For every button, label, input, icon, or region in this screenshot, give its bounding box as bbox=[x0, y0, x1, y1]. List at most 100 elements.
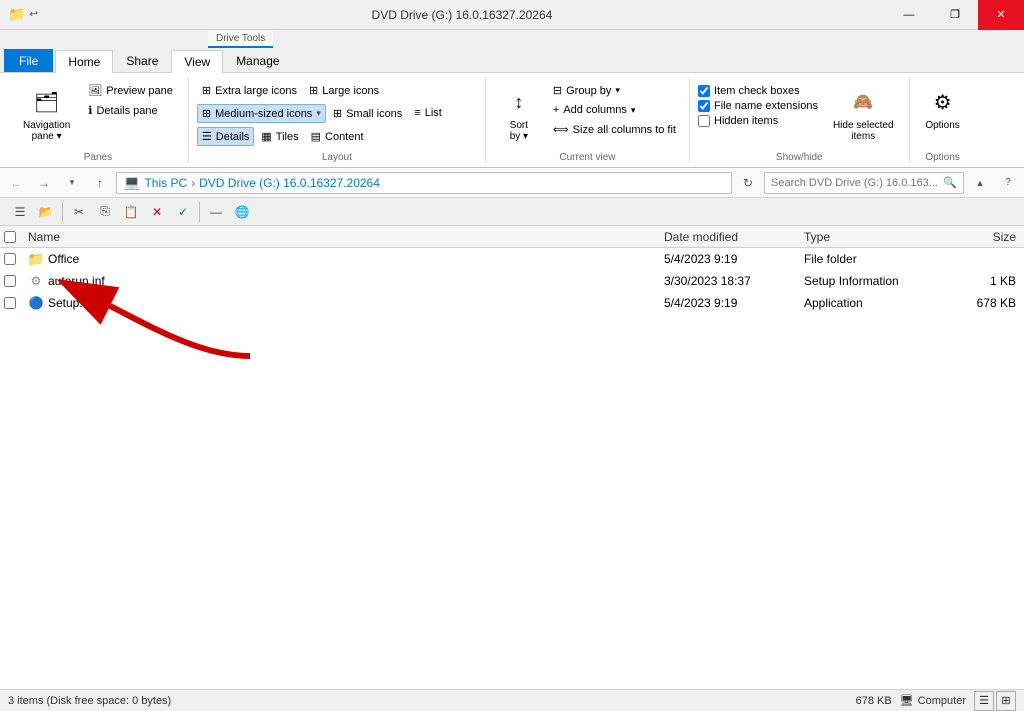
extra-large-icons-icon: ⊞ bbox=[202, 84, 211, 97]
medium-icons-button[interactable]: ⊞ Medium-sized icons ▾ bbox=[197, 104, 326, 123]
path-current[interactable]: DVD Drive (G:) 16.0.16327.20264 bbox=[199, 176, 380, 190]
tab-view[interactable]: View bbox=[171, 50, 223, 73]
restore-button[interactable]: ❐ bbox=[932, 0, 978, 30]
view-toggle-btn[interactable]: ☰ bbox=[8, 200, 32, 224]
setup-file-icon: 🔵 bbox=[28, 295, 44, 311]
refresh-button[interactable]: ↻ bbox=[736, 171, 760, 195]
recent-locations-button[interactable]: ▾ bbox=[60, 171, 84, 195]
tab-manage[interactable]: Manage bbox=[223, 49, 292, 72]
list-icon: ≡ bbox=[414, 107, 420, 119]
item-check-boxes-checkbox[interactable]: Item check boxes bbox=[698, 85, 818, 97]
file-row-setup[interactable]: 🔵 Setup.exe 5/4/2023 9:19 Application 67… bbox=[0, 292, 1024, 314]
search-icon[interactable]: 🔍 bbox=[943, 176, 957, 189]
panes-group-content: 🗂 Navigationpane ▾ 🖼 Preview pane ℹ Deta… bbox=[16, 77, 180, 148]
add-columns-button[interactable]: + Add columns ▾ bbox=[548, 101, 681, 119]
details-layout-icon: ☰ bbox=[202, 130, 212, 143]
cut-btn[interactable]: ✂ bbox=[67, 200, 91, 224]
file-row-autorun[interactable]: ⚙ autorun.inf 3/30/2023 18:37 Setup Info… bbox=[0, 270, 1024, 292]
setup-checkbox[interactable] bbox=[4, 297, 24, 309]
path-icon: 💻 bbox=[123, 174, 140, 191]
toolbar-divider2 bbox=[199, 202, 200, 222]
col-header-date[interactable]: Date modified bbox=[660, 230, 800, 244]
details-pane-label: Details pane bbox=[96, 105, 157, 117]
path-this-pc[interactable]: This PC bbox=[144, 176, 187, 190]
ribbon: 🗂 Navigationpane ▾ 🖼 Preview pane ℹ Deta… bbox=[0, 73, 1024, 168]
current-view-group: ↕ Sortby ▾ ⊟ Group by ▾ + Add columns ▾ … bbox=[486, 77, 690, 163]
panes-group: 🗂 Navigationpane ▾ 🖼 Preview pane ℹ Deta… bbox=[8, 77, 189, 163]
details-button[interactable]: ☰ Details bbox=[197, 127, 255, 146]
undo-icon[interactable]: ↩ bbox=[29, 9, 37, 20]
sort-by-button[interactable]: ↕ Sortby ▾ bbox=[494, 81, 544, 147]
ribbon-tabs: File Home Share View Manage bbox=[0, 48, 1024, 73]
autorun-name: autorun.inf bbox=[48, 274, 105, 288]
layout-group: ⊞ Extra large icons ⊞ Large icons ⊞ Medi… bbox=[189, 77, 486, 163]
col-header-size[interactable]: Size bbox=[940, 230, 1020, 244]
paste-btn[interactable]: 📋 bbox=[119, 200, 143, 224]
panes-label: Panes bbox=[16, 148, 180, 163]
back-button[interactable]: ← bbox=[4, 171, 28, 195]
checkmark-btn[interactable]: ✓ bbox=[171, 200, 195, 224]
toolbar-divider1 bbox=[62, 202, 63, 222]
details-pane-button[interactable]: ℹ Details pane bbox=[81, 101, 180, 120]
autorun-size: 1 KB bbox=[940, 274, 1020, 288]
file-name-extensions-checkbox[interactable]: File name extensions bbox=[698, 100, 818, 112]
options-icon: ⚙ bbox=[927, 86, 959, 118]
setup-date: 5/4/2023 9:19 bbox=[660, 296, 800, 310]
preview-pane-button[interactable]: 🖼 Preview pane bbox=[81, 81, 180, 100]
search-input[interactable] bbox=[771, 177, 939, 189]
options-label: Options bbox=[925, 120, 959, 131]
toolbar-row: ☰ 📂 ✂ ⎘ 📋 ✕ ✓ — 🌐 bbox=[0, 198, 1024, 226]
tab-share[interactable]: Share bbox=[113, 49, 171, 72]
small-icons-icon: ⊞ bbox=[333, 107, 342, 120]
hidden-items-checkbox[interactable]: Hidden items bbox=[698, 115, 818, 127]
col-header-name[interactable]: Name bbox=[24, 230, 660, 244]
up-button[interactable]: ↑ bbox=[88, 171, 112, 195]
content-button[interactable]: ▤ Content bbox=[306, 127, 369, 146]
select-all-checkbox[interactable] bbox=[4, 231, 24, 243]
large-icons-button[interactable]: ⊞ Large icons bbox=[304, 81, 384, 100]
minimize-button[interactable]: — bbox=[886, 0, 932, 30]
file-row-office[interactable]: 📁 Office 5/4/2023 9:19 File folder bbox=[0, 248, 1024, 270]
help-icon[interactable]: ? bbox=[996, 171, 1020, 195]
size-all-columns-button[interactable]: ⟺ Size all columns to fit bbox=[548, 120, 681, 139]
forward-button[interactable]: → bbox=[32, 171, 56, 195]
options-group-label: Options bbox=[918, 148, 968, 163]
preview-icon: 🖼 bbox=[88, 84, 102, 97]
status-item-count: 3 items (Disk free space: 0 bytes) bbox=[8, 695, 171, 707]
small-icons-button[interactable]: ⊞ Small icons bbox=[328, 104, 407, 123]
settings-icon[interactable]: ▲ bbox=[968, 171, 992, 195]
file-list-header: Name Date modified Type Size bbox=[0, 226, 1024, 248]
add-columns-icon: + bbox=[553, 104, 559, 116]
office-name: Office bbox=[48, 252, 79, 266]
options-button[interactable]: ⚙ Options bbox=[918, 81, 968, 136]
delete-btn[interactable]: ✕ bbox=[145, 200, 169, 224]
navigation-pane-icon: 🗂 bbox=[31, 86, 63, 118]
office-type: File folder bbox=[800, 252, 940, 266]
rename-btn[interactable]: — bbox=[204, 200, 228, 224]
group-by-button[interactable]: ⊟ Group by ▾ bbox=[548, 81, 681, 100]
autorun-date: 3/30/2023 18:37 bbox=[660, 274, 800, 288]
folder-btn[interactable]: 📂 bbox=[34, 200, 58, 224]
list-button[interactable]: ≡ List bbox=[409, 104, 447, 122]
office-checkbox[interactable] bbox=[4, 253, 24, 265]
setup-name: Setup.exe bbox=[48, 296, 102, 310]
globe-btn[interactable]: 🌐 bbox=[230, 200, 254, 224]
options-group-content: ⚙ Options bbox=[918, 77, 968, 148]
autorun-type: Setup Information bbox=[800, 274, 940, 288]
navigation-pane-button[interactable]: 🗂 Navigationpane ▾ bbox=[16, 81, 77, 147]
hide-selected-button[interactable]: 🙈 Hide selecteditems bbox=[826, 81, 901, 147]
tab-home[interactable]: Home bbox=[55, 50, 113, 73]
close-button[interactable]: ✕ bbox=[978, 0, 1024, 30]
current-view-content: ↕ Sortby ▾ ⊟ Group by ▾ + Add columns ▾ … bbox=[494, 77, 681, 148]
address-path[interactable]: 💻 This PC › DVD Drive (G:) 16.0.16327.20… bbox=[116, 172, 732, 194]
status-bar: 3 items (Disk free space: 0 bytes)678 KB… bbox=[0, 689, 1024, 711]
window-controls: — ❐ ✕ bbox=[886, 0, 1024, 30]
copy-btn[interactable]: ⎘ bbox=[93, 200, 117, 224]
extra-large-icons-button[interactable]: ⊞ Extra large icons bbox=[197, 81, 302, 100]
autorun-checkbox[interactable] bbox=[4, 275, 24, 287]
title-bar: 📁 ↩ DVD Drive (G:) 16.0.16327.20264 — ❐ … bbox=[0, 0, 1024, 30]
tab-file[interactable]: File bbox=[4, 49, 53, 72]
col-header-type[interactable]: Type bbox=[800, 230, 940, 244]
options-group: ⚙ Options Options bbox=[910, 77, 976, 163]
tiles-button[interactable]: ▦ Tiles bbox=[256, 127, 303, 146]
